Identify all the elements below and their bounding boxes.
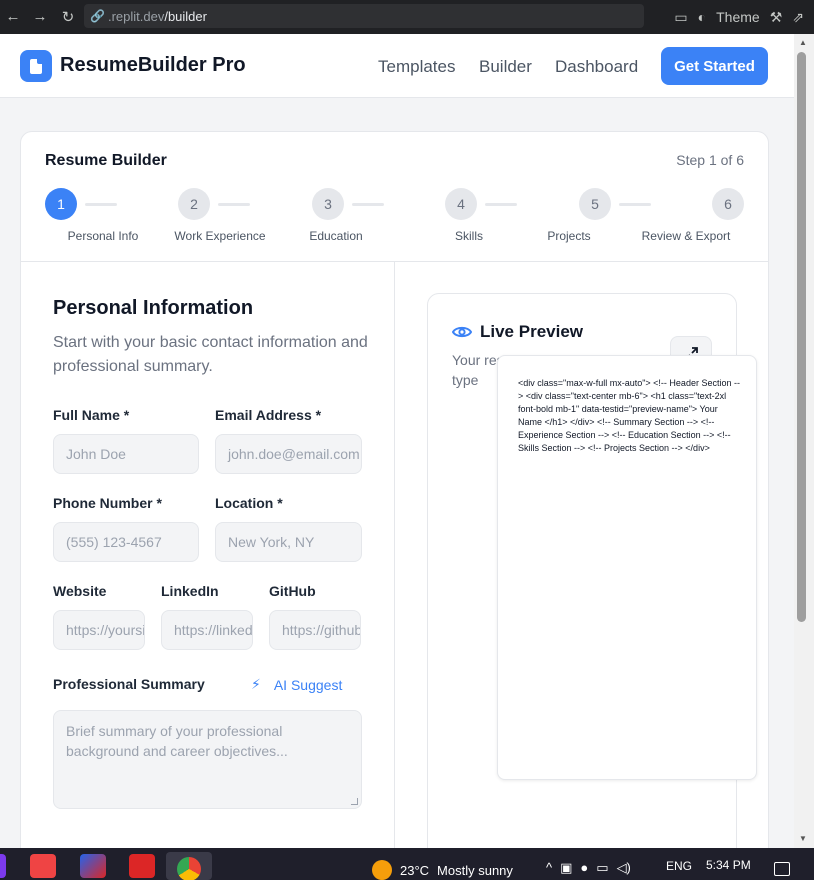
- step-connector: [352, 203, 384, 206]
- taskbar-app-icon[interactable]: [80, 854, 106, 878]
- url-host: .replit.dev: [107, 8, 165, 24]
- cast-icon[interactable]: ▭: [674, 9, 687, 26]
- location-input[interactable]: New York, NY: [215, 522, 362, 562]
- url-path: /builder: [164, 8, 207, 24]
- navbar: ResumeBuilder Pro Templates Builder Dash…: [0, 34, 794, 98]
- location-label: Location *: [215, 495, 283, 511]
- github-label: GitHub: [269, 583, 316, 599]
- weather-widget[interactable]: 23°C Mostly sunny: [372, 860, 513, 880]
- wrench-icon[interactable]: ⚒: [770, 9, 783, 26]
- builder-title: Resume Builder: [45, 152, 167, 169]
- step-connector: [218, 203, 250, 206]
- page-scrollbar[interactable]: ▲ ▼: [794, 34, 814, 848]
- taskbar-app-icon[interactable]: [129, 854, 155, 878]
- phone-label: Phone Number *: [53, 495, 162, 511]
- preview-document: <div class="max-w-full mx-auto"> <!-- He…: [497, 355, 757, 780]
- linkedin-label: LinkedIn: [161, 583, 219, 599]
- step-2[interactable]: 2: [178, 188, 210, 220]
- tray-app-icon[interactable]: ●: [580, 860, 588, 876]
- summary-textarea[interactable]: Brief summary of your professional backg…: [53, 710, 362, 809]
- theme-button[interactable]: Theme: [716, 9, 760, 25]
- nav-link-dashboard[interactable]: Dashboard: [555, 57, 638, 77]
- preview-title: Live Preview: [480, 322, 584, 341]
- summary-placeholder: Brief summary of your professional backg…: [66, 723, 288, 759]
- preview-code-text: <div class="max-w-full mx-auto"> <!-- He…: [518, 378, 740, 453]
- taskbar: 23°C Mostly sunny ^ ▣ ● ▭ ◁) ENG 5:34 PM: [0, 848, 814, 880]
- github-input[interactable]: https://github.com/: [269, 610, 361, 650]
- clock[interactable]: 5:34 PM: [706, 858, 751, 872]
- palette-icon[interactable]: ◐: [698, 9, 706, 25]
- phone-input[interactable]: (555) 123-4567: [53, 522, 199, 562]
- website-label: Website: [53, 583, 107, 599]
- step-connector: [485, 203, 517, 206]
- sun-icon: [372, 860, 392, 880]
- tray-app-icon[interactable]: ▣: [560, 860, 572, 876]
- temperature: 23°C: [400, 862, 430, 878]
- browser-toolbar: ← → ↻ 🔗 .replit.dev/builder ▭ ◐ Theme ⚒ …: [0, 0, 814, 34]
- taskbar-app-icon[interactable]: [30, 854, 56, 878]
- logo-icon[interactable]: [20, 50, 52, 82]
- notification-icon[interactable]: [774, 862, 790, 876]
- address-bar[interactable]: 🔗 .replit.dev/builder: [84, 4, 644, 28]
- scroll-down-icon[interactable]: ▼: [799, 834, 807, 843]
- nav-link-templates[interactable]: Templates: [378, 57, 455, 77]
- nav-link-builder[interactable]: Builder: [479, 57, 532, 77]
- network-icon[interactable]: ▭: [596, 860, 608, 876]
- step-1[interactable]: 1: [45, 188, 77, 220]
- weather-text: Mostly sunny: [437, 862, 513, 878]
- back-icon[interactable]: ←: [0, 8, 26, 25]
- linkedin-input[interactable]: https://linkedin.com/in/: [161, 610, 253, 650]
- website-input[interactable]: https://yoursite.com: [53, 610, 145, 650]
- column-divider: [394, 262, 395, 848]
- step-connector: [85, 203, 117, 206]
- app-page: ResumeBuilder Pro Templates Builder Dash…: [0, 34, 794, 848]
- full-name-input[interactable]: John Doe: [53, 434, 199, 474]
- volume-icon[interactable]: ◁): [617, 860, 631, 876]
- form-subtitle: Start with your basic contact informatio…: [53, 334, 368, 375]
- brand-name[interactable]: ResumeBuilder Pro: [60, 54, 246, 77]
- step-5[interactable]: 5: [579, 188, 611, 220]
- get-started-button[interactable]: Get Started: [661, 47, 768, 85]
- email-label: Email Address *: [215, 407, 322, 423]
- email-input[interactable]: john.doe@email.com: [215, 434, 362, 474]
- form-title: Personal Information: [53, 297, 254, 319]
- step-label-review-export: Review & Export: [641, 229, 731, 243]
- eye-icon: [452, 326, 472, 338]
- step-label-personal-info: Personal Info: [67, 229, 139, 243]
- chrome-icon[interactable]: [177, 857, 201, 880]
- lightning-icon: ⚡: [251, 676, 261, 692]
- step-indicator: Step 1 of 6: [676, 152, 744, 168]
- full-name-label: Full Name *: [53, 407, 130, 423]
- link-icon: 🔗: [90, 9, 105, 23]
- step-label-skills: Skills: [454, 229, 483, 243]
- scroll-up-icon[interactable]: ▲: [799, 38, 807, 47]
- step-connector: [619, 203, 651, 206]
- reload-icon[interactable]: ↻: [55, 8, 81, 26]
- ai-suggest-label: AI Suggest: [273, 676, 343, 693]
- divider: [21, 261, 768, 262]
- open-external-icon[interactable]: ⇗: [792, 9, 804, 26]
- step-3[interactable]: 3: [312, 188, 344, 220]
- step-label-projects: Projects: [547, 229, 591, 243]
- step-label-education: Education: [309, 229, 363, 243]
- language-indicator[interactable]: ENG: [666, 859, 692, 873]
- step-4[interactable]: 4: [445, 188, 477, 220]
- summary-label: Professional Summary: [53, 676, 205, 692]
- chevron-up-icon[interactable]: ^: [546, 860, 552, 876]
- step-label-work-experience: Work Experience: [174, 229, 266, 243]
- taskbar-app-icon[interactable]: [0, 854, 6, 878]
- resize-handle[interactable]: [351, 798, 358, 805]
- step-6[interactable]: 6: [712, 188, 744, 220]
- forward-icon[interactable]: →: [27, 8, 53, 25]
- system-tray[interactable]: ^ ▣ ● ▭ ◁): [546, 860, 631, 876]
- ai-suggest-button[interactable]: ⚡ AI Suggest: [251, 676, 342, 693]
- scroll-thumb[interactable]: [797, 52, 806, 622]
